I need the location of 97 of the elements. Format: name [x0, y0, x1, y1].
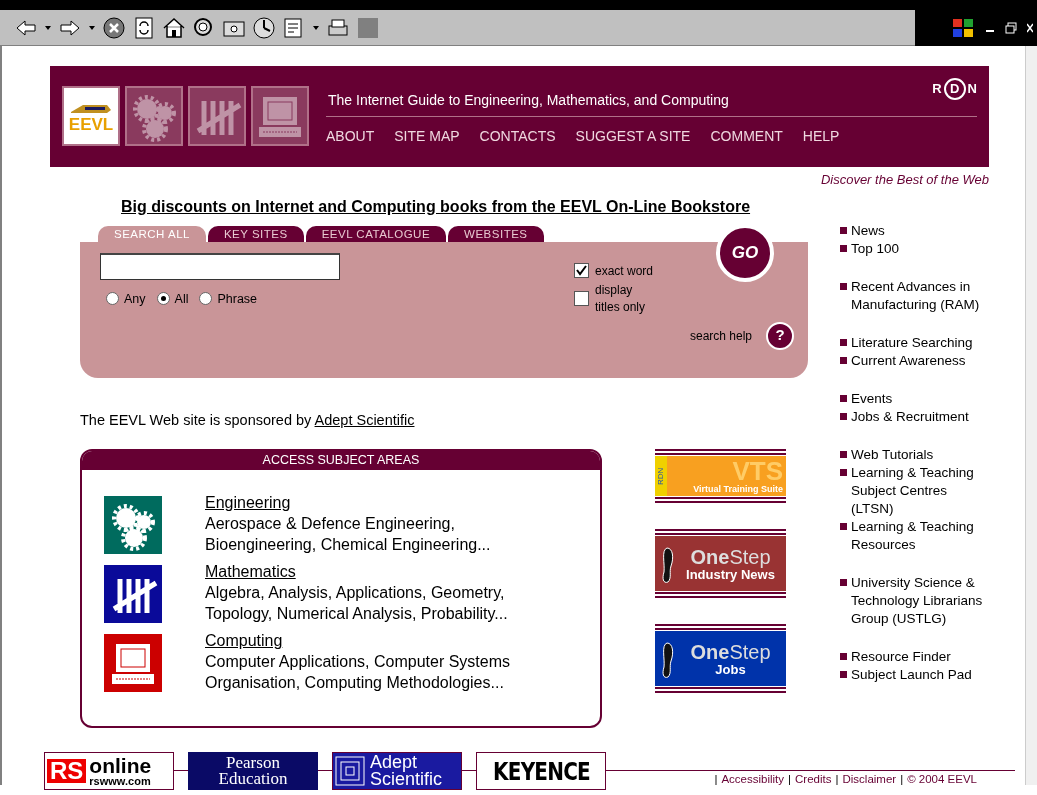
banner-tag: RDN	[655, 456, 667, 497]
onestep-banner[interactable]: OneStep Industry News	[655, 536, 786, 592]
search-help-link[interactable]: search help	[689, 326, 752, 345]
sidebar-link[interactable]: Jobs & Recruitment	[851, 407, 969, 426]
separator-text: |	[788, 772, 792, 787]
subject-link[interactable]: Engineering	[205, 494, 291, 512]
bullet-icon	[840, 450, 847, 458]
subject-description: Computer Applications, Computer Systems	[205, 652, 510, 673]
bullet-icon	[840, 670, 847, 678]
home-icon[interactable]	[162, 15, 186, 40]
radio-label: Any	[124, 290, 146, 308]
bullet-icon	[840, 338, 847, 346]
history-icon[interactable]	[252, 15, 276, 40]
search-tab[interactable]: KEY SITES	[207, 225, 304, 242]
footer-link[interactable]: Credits	[795, 771, 832, 789]
bullet-icon	[840, 522, 847, 530]
sponsor-logo[interactable]: KEYENCE	[476, 752, 606, 791]
bullet-icon	[840, 468, 847, 476]
footer-link[interactable]: Accessibility	[721, 771, 785, 789]
bullet-icon	[840, 356, 847, 364]
radio-button[interactable]	[156, 292, 170, 306]
sidebar-link[interactable]: University Science & Technology Librarians Group (USTLG)	[851, 573, 992, 628]
close-icon[interactable]	[1027, 21, 1033, 34]
nav-link[interactable]: ABOUT	[326, 126, 375, 147]
banner-title: Step	[729, 545, 771, 568]
subject-link[interactable]: Mathematics	[205, 563, 296, 581]
footer-link[interactable]: Disclaimer	[842, 771, 897, 789]
sidebar-link[interactable]: Learning & Teaching Subject Centres (LTSN)	[851, 463, 992, 518]
sponsor-link[interactable]: Adept Scientific	[314, 411, 415, 428]
windows-flag-icon	[951, 16, 975, 39]
bullet-icon	[840, 226, 847, 234]
check-icon	[576, 265, 587, 276]
sidebar-link[interactable]: Recent Advances in Manufacturing (RAM)	[851, 277, 992, 314]
nav-link[interactable]: COMMENT	[710, 126, 783, 147]
checkbox-label: display titles only	[595, 281, 647, 316]
promo-link[interactable]: Big discounts on Internet and Computing books from the EEVL On-Line Bookstore	[121, 194, 810, 219]
sidebar-link[interactable]: Web Tutorials	[851, 445, 934, 464]
bullet-icon	[840, 282, 847, 290]
search-tab[interactable]: EEVL CATALOGUE	[305, 225, 447, 242]
subject-description: Organisation, Computing Methodologies...	[205, 673, 505, 694]
subject-description: Topology, Numerical Analysis, Probability...	[205, 604, 508, 625]
separator-text: |	[835, 772, 839, 787]
banner-title: VTS	[732, 457, 783, 484]
banner-title: Step	[729, 640, 771, 663]
help-button[interactable]: ?	[766, 321, 794, 350]
stop-icon[interactable]	[102, 15, 126, 40]
restore-icon[interactable]	[1005, 21, 1017, 34]
sidebar-link[interactable]: Resource Finder	[851, 647, 951, 666]
sidebar-link[interactable]: Subject Launch Pad	[851, 665, 972, 684]
square-spiral-icon	[333, 754, 367, 789]
onestep-banner[interactable]: OneStep Jobs	[655, 631, 786, 687]
separator-text: |	[900, 772, 904, 787]
search-tab[interactable]: WEBSITES	[448, 225, 544, 242]
sponsor-logo[interactable]: Pearson Education	[188, 752, 318, 791]
subject-description: Algebra, Analysis, Applications, Geometry,	[205, 583, 506, 604]
radio-button[interactable]	[199, 292, 213, 306]
subject-link[interactable]: Computing	[205, 632, 283, 650]
sidebar-link[interactable]: Literature Searching	[851, 333, 973, 352]
sidebar-link[interactable]: Events	[851, 389, 893, 408]
bullet-icon	[840, 412, 847, 420]
tagline: Discover the Best of the Web	[819, 171, 989, 189]
logo-text: EEVL	[68, 115, 114, 133]
sidebar-link[interactable]: Learning & Teaching Resources	[851, 517, 992, 554]
sidebar-link[interactable]: News	[851, 221, 885, 240]
rdn-logo: R D N	[932, 78, 977, 100]
vts-banner[interactable]: RDN VTS Virtual Training Suite	[655, 456, 786, 497]
nav-link[interactable]: SITE MAP	[394, 126, 460, 147]
banner-subtitle: Jobs	[715, 662, 746, 677]
radio-button[interactable]	[106, 292, 119, 306]
radio-label: Phrase	[217, 290, 258, 308]
checkbox-label: exact word	[595, 262, 654, 280]
sidebar-link[interactable]: Current Awareness	[851, 351, 966, 370]
sponsor-logo[interactable]: Adept Scientific	[332, 752, 462, 791]
radio-label: All	[174, 290, 189, 308]
nav-link[interactable]: CONTACTS	[479, 126, 556, 147]
sidebar-link[interactable]: Top 100	[851, 239, 900, 258]
nav-link[interactable]: SUGGEST A SITE	[575, 126, 691, 147]
banner-subtitle: Industry News	[686, 567, 775, 582]
banner-title: One	[690, 545, 730, 568]
bullet-icon	[840, 578, 847, 586]
sponsor-text: The EEVL Web site is sponsored by	[80, 411, 313, 428]
bullet-icon	[840, 652, 847, 660]
subject-description: Aerospace & Defence Engineering,	[205, 514, 456, 535]
bullet-icon	[840, 394, 847, 402]
scrollbar[interactable]	[1025, 46, 1037, 785]
checkbox[interactable]	[574, 291, 589, 306]
banner-subtitle: Virtual Training Suite	[693, 483, 783, 495]
bullet-icon	[840, 244, 847, 252]
separator-text: |	[714, 772, 718, 787]
banner-title: One	[690, 640, 730, 663]
refresh-icon[interactable]	[132, 15, 156, 40]
nav-link[interactable]: HELP	[802, 126, 840, 147]
search-field[interactable]	[100, 252, 340, 280]
checkbox[interactable]	[574, 263, 589, 278]
subject-description: Bioengineering, Chemical Engineering...	[205, 535, 491, 556]
footer-link[interactable]: © 2004 EEVL	[907, 771, 977, 789]
panel-title: ACCESS SUBJECT AREAS	[82, 451, 600, 471]
